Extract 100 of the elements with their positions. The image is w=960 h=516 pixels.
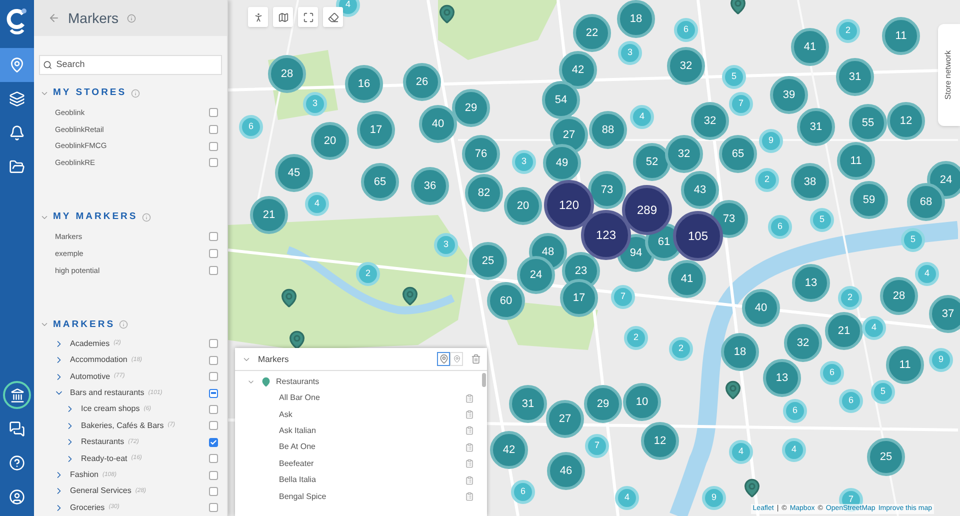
cluster-marker[interactable]: 3	[512, 150, 536, 174]
cluster-marker[interactable]: 55	[849, 104, 887, 142]
checkbox[interactable]	[209, 372, 218, 382]
cluster-marker[interactable]: 39	[770, 76, 808, 114]
cluster-marker[interactable]: 20	[504, 187, 542, 225]
marker-name[interactable]: Beefeater	[279, 458, 465, 470]
checkbox[interactable]	[209, 388, 218, 398]
map-pin-icon[interactable]	[400, 286, 420, 306]
cluster-marker[interactable]: 9	[759, 129, 783, 153]
side-tab[interactable]: Store network	[938, 24, 960, 126]
cluster-marker[interactable]: 26	[403, 63, 441, 101]
category-label[interactable]: Automotive	[70, 370, 110, 383]
group-toggle[interactable]	[247, 378, 255, 386]
cluster-marker[interactable]: 18	[617, 0, 655, 38]
cluster-marker[interactable]: 12	[641, 422, 679, 460]
checkbox[interactable]	[209, 142, 218, 151]
cluster-marker[interactable]: 2	[669, 337, 693, 361]
category-label[interactable]: Groceries	[70, 502, 105, 514]
cluster-marker[interactable]: 13	[763, 359, 801, 397]
checkbox[interactable]	[209, 486, 218, 496]
cluster-marker[interactable]: 54	[542, 81, 580, 119]
cluster-marker[interactable]: 32	[691, 102, 729, 140]
search-field[interactable]: Search	[39, 55, 222, 76]
marker-name[interactable]: Be At One	[279, 441, 465, 454]
cluster-marker[interactable]: 20	[311, 122, 349, 160]
cluster-marker[interactable]: 11	[886, 346, 924, 384]
cluster-marker[interactable]: 25	[469, 242, 507, 280]
checkbox[interactable]	[209, 108, 218, 118]
map-tool-button[interactable]	[298, 7, 318, 27]
delete-icon[interactable]	[465, 492, 474, 502]
category-label[interactable]: Ice cream shops	[81, 403, 140, 416]
map-pin-icon[interactable]	[742, 478, 762, 498]
map-tool-button[interactable]	[273, 7, 293, 27]
delete-icon[interactable]	[465, 426, 474, 436]
cluster-marker[interactable]: 11	[882, 17, 920, 55]
cluster-marker[interactable]: 43	[681, 171, 719, 209]
checkbox[interactable]	[209, 124, 218, 134]
marker-name[interactable]: Ask	[279, 408, 465, 421]
cluster-marker[interactable]: 82	[465, 174, 503, 212]
cluster-marker[interactable]: 42	[559, 51, 597, 89]
cluster-marker[interactable]: 41	[668, 260, 706, 298]
cluster-marker[interactable]: 41	[791, 28, 829, 66]
checkbox[interactable]	[209, 249, 218, 258]
cluster-marker[interactable]: 10	[623, 383, 661, 421]
marker-name[interactable]: All Bar One	[279, 392, 465, 404]
cluster-marker[interactable]: 6	[239, 115, 263, 139]
cluster-marker[interactable]: 76	[462, 135, 500, 173]
delete-icon[interactable]	[465, 410, 474, 420]
cluster-marker[interactable]: 73	[588, 171, 626, 209]
checkbox[interactable]	[209, 339, 218, 348]
category-label[interactable]: Fashion	[70, 469, 98, 482]
cluster-marker[interactable]: 32	[665, 135, 703, 173]
cluster-marker[interactable]: 5	[722, 65, 746, 89]
cluster-marker[interactable]: 9	[702, 486, 726, 510]
cluster-marker[interactable]: 7	[585, 434, 609, 458]
cluster-marker[interactable]: 6	[783, 399, 807, 423]
category-label[interactable]: General Services	[70, 485, 132, 498]
marker-name[interactable]: Bengal Spice	[279, 490, 465, 503]
checkbox[interactable]	[209, 404, 218, 414]
checkbox[interactable]	[209, 454, 218, 464]
cluster-marker[interactable]: 65	[361, 163, 399, 201]
checkbox[interactable]	[209, 470, 218, 480]
checkbox[interactable]	[209, 438, 218, 447]
cluster-marker[interactable]: 7	[729, 92, 753, 116]
cluster-marker[interactable]: 52	[633, 143, 671, 181]
cluster-marker[interactable]: 22	[573, 14, 611, 52]
cluster-marker[interactable]: 11	[837, 142, 875, 180]
cluster-marker[interactable]: 6	[674, 18, 698, 42]
pin-mode-button[interactable]	[437, 352, 450, 366]
cluster-marker[interactable]: 13	[792, 264, 830, 302]
cluster-marker[interactable]: 31	[797, 108, 835, 146]
cluster-marker[interactable]: 105	[673, 211, 723, 261]
trash-icon[interactable]	[471, 354, 481, 364]
cluster-marker[interactable]: 5	[901, 228, 925, 252]
cluster-marker[interactable]: 3	[618, 41, 642, 65]
cluster-marker[interactable]: 4	[729, 440, 753, 464]
cluster-marker[interactable]: 2	[836, 19, 860, 43]
cluster-marker[interactable]: 12	[887, 102, 925, 140]
delete-icon[interactable]	[465, 442, 474, 452]
cluster-marker[interactable]: 49	[543, 144, 581, 182]
cluster-marker[interactable]: 4	[305, 192, 329, 216]
cluster-marker[interactable]: 5	[810, 208, 834, 232]
cluster-marker[interactable]: 32	[784, 324, 822, 362]
cluster-marker[interactable]: 88	[589, 111, 627, 149]
cluster-marker[interactable]: 25	[867, 438, 905, 476]
cluster-marker[interactable]: 38	[791, 163, 829, 201]
delete-icon[interactable]	[465, 476, 474, 485]
cluster-marker[interactable]: 9	[929, 348, 953, 372]
search-input[interactable]: Search	[56, 58, 218, 72]
checkbox[interactable]	[209, 503, 218, 512]
cluster-marker[interactable]: 29	[584, 385, 622, 423]
cluster-marker[interactable]: 68	[907, 183, 945, 221]
cluster-marker[interactable]: 42	[490, 431, 528, 469]
map-tool-button[interactable]	[248, 7, 268, 27]
cluster-marker[interactable]: 18	[721, 333, 759, 371]
cluster-marker[interactable]: 37	[929, 295, 960, 333]
back-arrow-icon[interactable]	[48, 12, 60, 24]
cluster-marker[interactable]: 2	[838, 286, 862, 310]
delete-icon[interactable]	[465, 459, 474, 468]
cluster-marker[interactable]: 29	[452, 89, 490, 127]
